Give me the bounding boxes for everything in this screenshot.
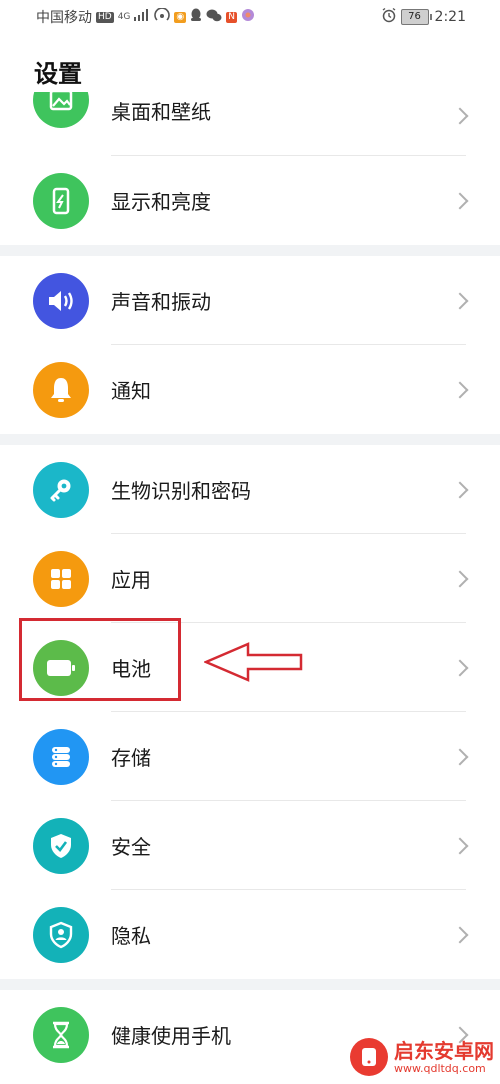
shield-check-icon: [33, 817, 89, 874]
battery-indicator: 76: [400, 9, 432, 25]
watermark-url: www.qdltdq.com: [394, 1061, 486, 1075]
app-notification-icon-2: [241, 8, 255, 26]
chevron-right-icon: [451, 107, 469, 125]
chevron-right-icon: [451, 926, 469, 943]
watermark: 启东安卓网 www.qdltdq.com: [350, 1038, 494, 1076]
alarm-icon: [381, 7, 397, 27]
privacy-shield-icon: [33, 906, 89, 963]
settings-item-storage[interactable]: 存储: [0, 712, 500, 801]
app-notification-icon: N: [226, 11, 237, 23]
speaker-icon: [33, 272, 89, 329]
settings-item-display[interactable]: 显示和亮度: [0, 156, 500, 245]
chevron-right-icon: [451, 292, 469, 309]
settings-item-label: 健康使用手机: [111, 1024, 231, 1048]
wallpaper-icon: [33, 92, 89, 128]
storage-icon: [33, 728, 89, 785]
chevron-right-icon: [451, 192, 469, 209]
chevron-right-icon: [451, 381, 469, 398]
clock: 2:21: [434, 9, 466, 25]
hd-badge: HD: [96, 11, 114, 23]
chevron-right-icon: [451, 659, 469, 676]
section-gap: [0, 245, 500, 256]
settings-item-label: 通知: [111, 379, 151, 403]
settings-item-sound[interactable]: 声音和振动: [0, 256, 500, 345]
chevron-right-icon: [451, 837, 469, 854]
settings-item-label: 桌面和壁纸: [111, 100, 211, 124]
settings-item-label: 生物识别和密码: [111, 479, 251, 503]
chevron-right-icon: [451, 748, 469, 765]
section-gap: [0, 434, 500, 445]
hourglass-icon: [33, 1006, 89, 1063]
page-title: 设置: [34, 60, 82, 88]
settings-item-label: 存储: [111, 746, 151, 770]
status-bar: 中国移动 HD 4G ◉ N 76 2:21: [0, 0, 500, 34]
annotation-highlight-box: [19, 618, 181, 701]
wechat-icon: [206, 9, 222, 26]
settings-item-security[interactable]: 安全: [0, 801, 500, 890]
watermark-logo-icon: [350, 1038, 388, 1076]
signal-icon: [134, 9, 150, 25]
network-type: 4G: [117, 12, 131, 22]
apps-grid-icon: [33, 550, 89, 607]
settings-item-label: 隐私: [111, 924, 151, 948]
chevron-right-icon: [451, 481, 469, 498]
chevron-right-icon: [451, 570, 469, 587]
key-icon: [33, 461, 89, 518]
settings-item-biometrics[interactable]: 生物识别和密码: [0, 445, 500, 534]
watermark-title: 启东安卓网: [394, 1038, 494, 1063]
section-gap: [0, 979, 500, 990]
settings-list: 桌面和壁纸 显示和亮度 声音和振动 通知 生物识别和密码 应用 电池 存储 安全…: [0, 92, 500, 1079]
settings-item-label: 安全: [111, 835, 151, 859]
bell-icon: [33, 361, 89, 418]
settings-item-apps[interactable]: 应用: [0, 534, 500, 623]
settings-item-notifications[interactable]: 通知: [0, 345, 500, 434]
settings-item-label: 声音和振动: [111, 290, 211, 314]
hotspot-icon: [154, 7, 171, 26]
settings-item-label: 应用: [111, 568, 151, 592]
carrier-name: 中国移动: [36, 10, 92, 26]
settings-item-privacy[interactable]: 隐私: [0, 890, 500, 979]
weibo-icon: ◉: [174, 11, 187, 23]
display-brightness-icon: [33, 172, 89, 229]
settings-item-label: 显示和亮度: [111, 190, 211, 214]
annotation-arrow-icon: [204, 642, 303, 682]
settings-item-wallpaper[interactable]: 桌面和壁纸: [0, 92, 500, 156]
qq-icon: [190, 8, 202, 26]
